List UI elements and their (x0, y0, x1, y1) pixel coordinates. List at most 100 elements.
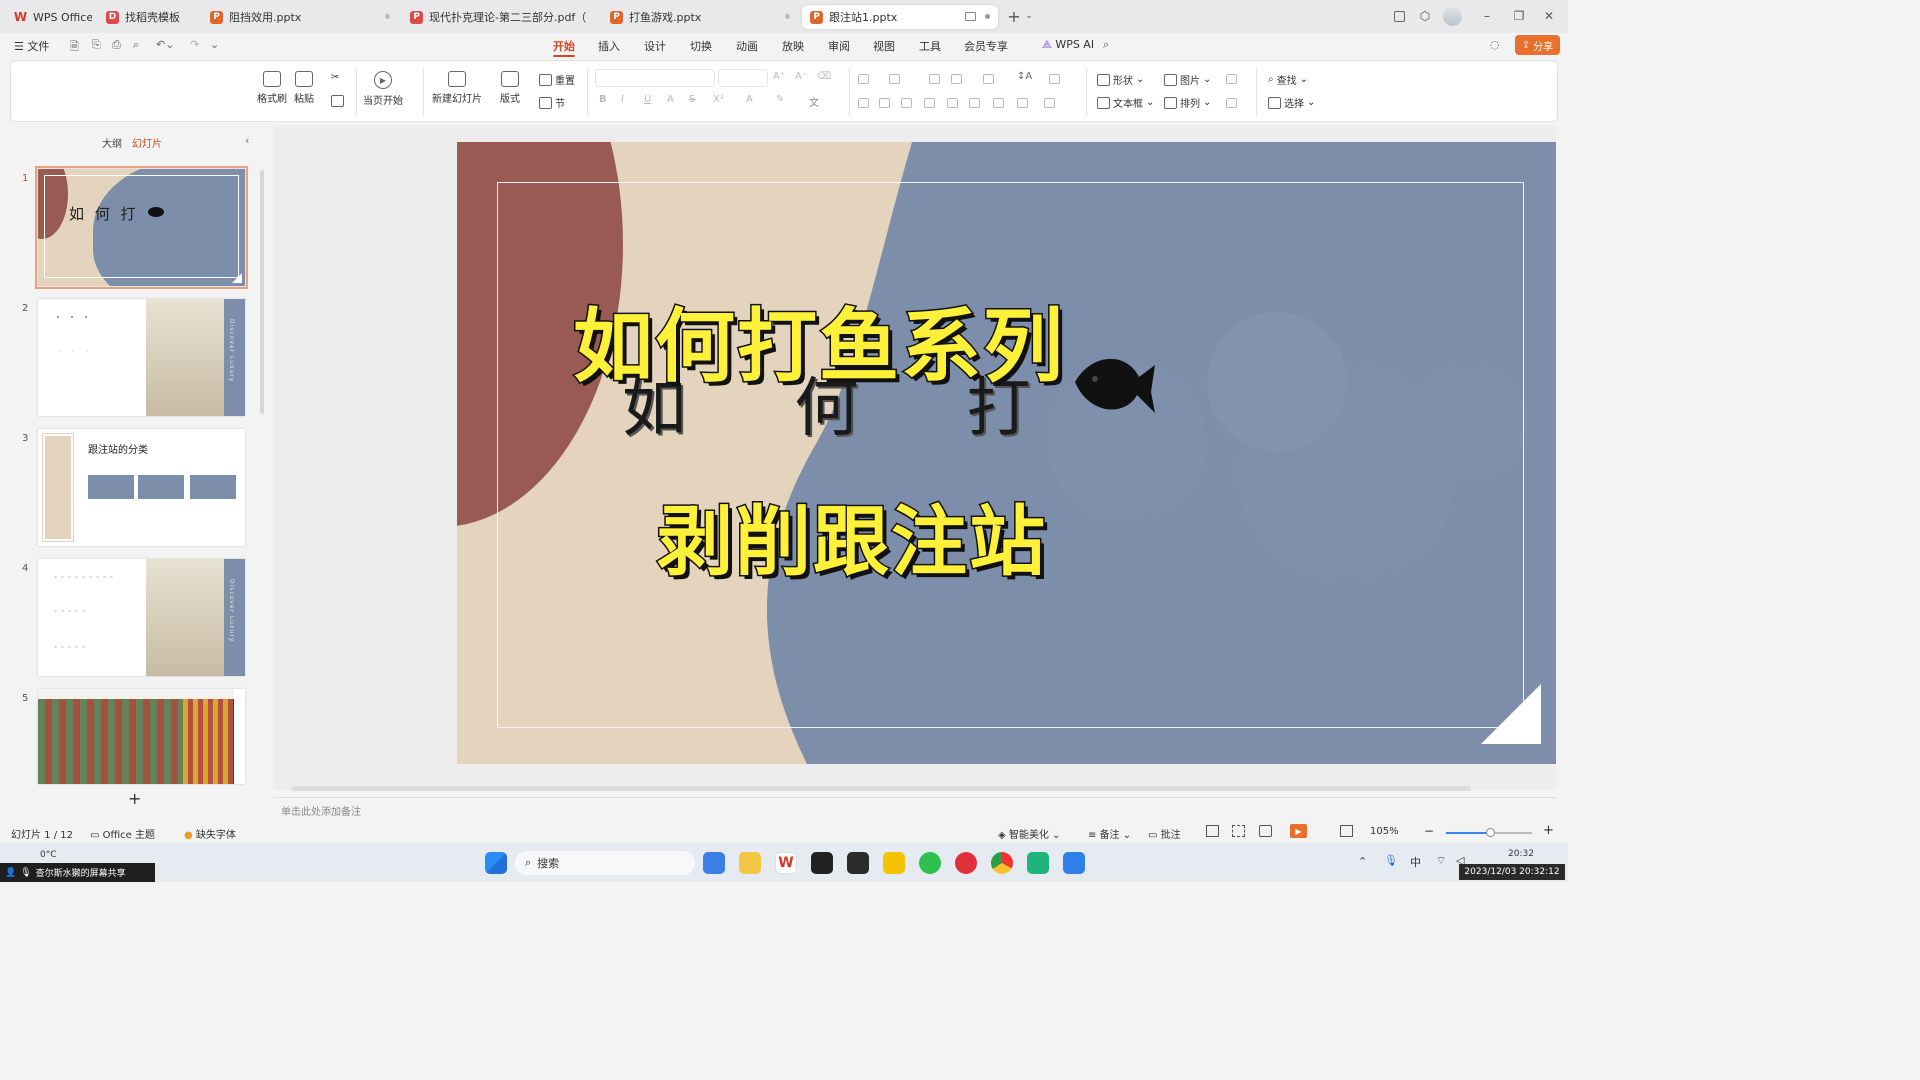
valign-icon[interactable] (1017, 98, 1028, 108)
play-current-button[interactable]: ▶ 当页开始 (363, 71, 403, 107)
outline-icon[interactable] (1226, 98, 1237, 108)
fill-icon[interactable] (1226, 74, 1237, 84)
zoom-slider[interactable] (1446, 828, 1532, 837)
app-icon[interactable] (811, 852, 833, 874)
minimize-icon[interactable]: – (1476, 6, 1498, 26)
paragraph-icon[interactable] (993, 98, 1004, 108)
reading-view-icon[interactable] (1259, 825, 1272, 837)
menu-start[interactable]: 开始 (553, 38, 575, 57)
share-button[interactable]: ⇪ 分享 (1515, 35, 1560, 55)
distribute-icon[interactable] (947, 98, 958, 108)
cut-icon[interactable]: ✂ (331, 72, 339, 83)
wps-icon[interactable]: W (775, 852, 797, 874)
font-color-icon[interactable]: A (746, 94, 753, 105)
restore-icon[interactable]: ❐ (1508, 6, 1530, 26)
comment-icon[interactable]: ◌ (1490, 38, 1500, 51)
tab-slides[interactable]: 幻灯片 (132, 135, 162, 150)
pay-icon[interactable] (883, 852, 905, 874)
copy-icon[interactable] (331, 95, 344, 107)
taskbar-search[interactable]: ⌕ 搜索 (515, 851, 695, 875)
reset-button[interactable]: 重置 (539, 72, 575, 87)
find-button[interactable]: ⌕ 查找 ⌄ (1268, 72, 1308, 87)
wechat-icon[interactable] (919, 852, 941, 874)
picture-button[interactable]: 图片 ⌄ (1164, 72, 1211, 87)
indent-decrease-icon[interactable] (929, 74, 940, 84)
align-right-icon[interactable] (901, 98, 912, 108)
ime-indicator[interactable]: 中 (1410, 854, 1421, 870)
notes-area[interactable]: 单击此处添加备注 (273, 797, 1556, 821)
tray-chevron-icon[interactable]: ⌃ (1358, 855, 1367, 868)
weather-temp[interactable]: 0°C (40, 850, 57, 860)
folder-icon[interactable] (739, 852, 761, 874)
menu-animation[interactable]: 动画 (736, 38, 758, 54)
menu-tools[interactable]: 工具 (919, 38, 941, 54)
slide-thumbnail-2[interactable]: Discover Luxury (38, 299, 245, 416)
add-slide-button[interactable]: + (128, 789, 141, 808)
bold-icon[interactable]: B (599, 94, 607, 105)
save-icon[interactable]: 🗎 (70, 38, 79, 57)
underline-icon[interactable]: U (644, 94, 651, 105)
file-menu[interactable]: ☰ 文件 (14, 38, 49, 54)
notes-button[interactable]: ≡ 备注 ⌄ (1088, 826, 1131, 841)
horizontal-scrollbar[interactable] (291, 786, 1471, 791)
search-icon[interactable]: ⌕ (1103, 38, 1109, 52)
preview-icon[interactable]: ⌕ (133, 38, 139, 52)
redo-icon[interactable]: ↷ (190, 38, 199, 51)
columns-icon[interactable] (969, 98, 980, 108)
normal-view-icon[interactable] (1206, 825, 1219, 837)
windows-start-icon[interactable] (485, 852, 507, 874)
sorter-view-icon[interactable] (1232, 825, 1245, 837)
menu-transition[interactable]: 切换 (690, 38, 712, 54)
shape-button[interactable]: 形状 ⌄ (1097, 72, 1144, 87)
close-icon[interactable]: ✕ (1538, 6, 1560, 26)
indent-increase-icon[interactable] (951, 74, 962, 84)
clock-datetime[interactable]: 2023/12/03 20:32:12 (1459, 864, 1565, 880)
undo-icon[interactable]: ↶⌄ (156, 38, 174, 51)
font-size-select[interactable] (718, 69, 768, 87)
menu-slideshow[interactable]: 放映 (782, 38, 804, 54)
font-grow-icon[interactable]: A⁺ (773, 71, 785, 82)
align-left-icon[interactable] (858, 98, 869, 108)
print-icon[interactable]: ⎙ (112, 38, 121, 52)
tab-file-blocker[interactable]: P 阻挡效用.pptx (202, 5, 398, 29)
chevron-down-icon[interactable]: ⌄ (1018, 6, 1040, 26)
tab-file-fishing[interactable]: P 打鱼游戏.pptx (602, 5, 798, 29)
cube-icon[interactable]: ⬡ (1414, 6, 1436, 26)
wifi-icon[interactable]: ⌔ (1436, 854, 1446, 868)
tab-template[interactable]: D 找稻壳模板 (98, 5, 196, 29)
number-list-icon[interactable] (889, 74, 900, 84)
meeting-icon[interactable] (1063, 852, 1085, 874)
theme-button[interactable]: ▭ Office 主题 (90, 826, 155, 841)
menu-view[interactable]: 视图 (873, 38, 895, 54)
comment-button[interactable]: ▭ 批注 (1148, 826, 1181, 841)
slide-thumbnail-1[interactable]: 如 何 打 (35, 166, 248, 289)
tab-wps-home[interactable]: W WPS Office (6, 5, 92, 29)
strikethrough-icon[interactable]: S (689, 94, 695, 105)
menu-member[interactable]: 会员专享 (964, 38, 1008, 54)
font-family-select[interactable] (595, 69, 715, 87)
eraser-icon[interactable]: ⌫ (817, 71, 831, 82)
align-center-icon[interactable] (879, 98, 890, 108)
justify-icon[interactable] (924, 98, 935, 108)
layout-icon[interactable] (1388, 6, 1410, 26)
arrange-button[interactable]: 排列 ⌄ (1164, 95, 1211, 110)
slide-thumbnail-5[interactable] (38, 689, 245, 784)
chrome-icon[interactable] (991, 852, 1013, 874)
tab-file-active[interactable]: P 跟注站1.pptx (802, 5, 998, 29)
italic-icon[interactable]: I (621, 94, 624, 105)
music-icon[interactable] (955, 852, 977, 874)
missing-font-button[interactable]: ● 缺失字体 (184, 826, 236, 841)
zoom-in-icon[interactable]: + (1543, 823, 1554, 838)
paste-button[interactable]: 粘贴 (294, 71, 314, 105)
slide-thumbnail-3[interactable]: 跟注站的分类 (38, 429, 245, 546)
export-icon[interactable]: ⎘ (92, 38, 101, 52)
zoom-slider-thumb[interactable] (1486, 828, 1495, 837)
tab-file-pdf[interactable]: P 现代扑克理论-第二三部分.pdf（已加 (402, 5, 598, 29)
format-painter-button[interactable]: 格式刷 (257, 71, 287, 105)
collapse-panel-icon[interactable]: ‹ (245, 134, 249, 147)
convert-icon[interactable] (1049, 74, 1060, 84)
highlight-icon[interactable]: ✎ (776, 94, 784, 105)
more-chevron-icon[interactable]: ⌄ (210, 38, 219, 51)
fit-icon[interactable] (1340, 825, 1353, 837)
line-spacing-icon[interactable]: ↕A (1017, 71, 1032, 82)
